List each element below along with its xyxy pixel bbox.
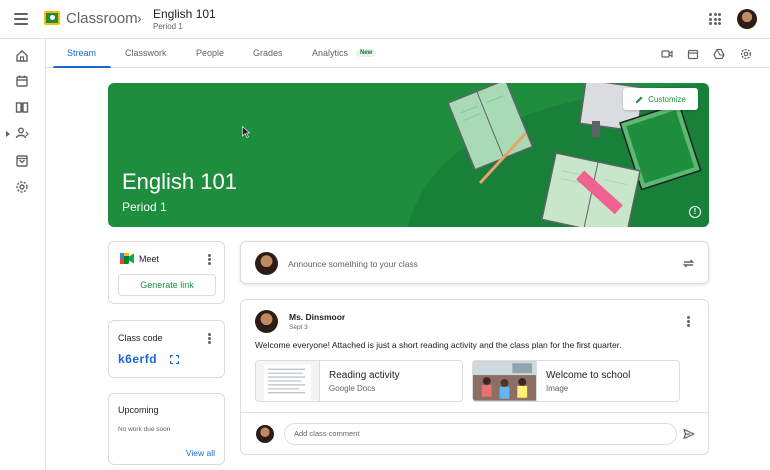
book-icon[interactable] xyxy=(15,100,29,114)
announce-placeholder[interactable]: Announce something to your class xyxy=(288,259,418,269)
reuse-post-icon[interactable] xyxy=(682,257,695,270)
attachment-type: Image xyxy=(546,384,569,393)
post-body: Welcome everyone! Attached is just a sho… xyxy=(255,340,622,350)
class-code-card: Class code k6erfd xyxy=(108,320,225,378)
upcoming-card: Upcoming No work due soon View all xyxy=(108,393,225,465)
commenter-avatar xyxy=(256,425,274,443)
attachment-title: Welcome to school xyxy=(546,370,631,381)
customize-button[interactable]: Customize xyxy=(623,88,698,110)
banner-class-title: English 101 xyxy=(122,169,237,194)
class-code-more-icon[interactable] xyxy=(208,333,211,344)
announce-box[interactable]: Announce something to your class xyxy=(240,241,709,284)
tab-analytics[interactable]: Analytics xyxy=(312,48,348,58)
info-icon[interactable]: ! xyxy=(689,206,701,218)
expand-caret-icon[interactable] xyxy=(6,131,10,137)
meet-card: Meet Generate link xyxy=(108,241,225,304)
image-thumbnail xyxy=(473,361,537,401)
pencil-icon xyxy=(636,96,643,103)
tab-grades[interactable]: Grades xyxy=(253,48,283,58)
classroom-logo-icon[interactable] xyxy=(44,11,60,25)
post-author-avatar xyxy=(255,310,278,333)
breadcrumb-separator: › xyxy=(137,10,142,26)
main-menu-icon[interactable] xyxy=(14,13,28,25)
comment-divider xyxy=(241,412,708,413)
google-apps-icon[interactable] xyxy=(709,13,721,25)
settings-icon[interactable] xyxy=(15,180,29,194)
class-banner: English 101 Period 1 Customize ! xyxy=(108,83,709,227)
upcoming-empty-text: No work due soon xyxy=(118,426,171,433)
doc-thumbnail xyxy=(256,361,320,401)
calendar-tab-icon[interactable] xyxy=(687,48,699,60)
banner-illustration xyxy=(408,83,709,227)
meet-more-icon[interactable] xyxy=(208,254,211,265)
enrolled-people-icon[interactable] xyxy=(15,126,29,140)
tab-people[interactable]: People xyxy=(196,48,224,58)
app-name[interactable]: Classroom xyxy=(66,10,138,27)
tab-classwork[interactable]: Classwork xyxy=(125,48,167,58)
attachment-title: Reading activity xyxy=(329,370,400,381)
calendar-icon[interactable] xyxy=(15,74,29,88)
post-date: Sept 3 xyxy=(289,324,308,331)
post-author: Ms. Dinsmoor xyxy=(289,312,346,322)
fullscreen-icon[interactable] xyxy=(170,355,179,364)
attachment-reading-activity[interactable]: Reading activity Google Docs xyxy=(255,360,463,402)
class-code-value: k6erfd xyxy=(118,352,158,366)
post-more-icon[interactable] xyxy=(687,316,690,327)
google-drive-icon[interactable] xyxy=(713,48,725,60)
customize-button-label: Customize xyxy=(648,94,686,104)
upcoming-title: Upcoming xyxy=(118,405,159,415)
top-bar: Classroom › English 101 Period 1 xyxy=(0,0,770,39)
view-all-link[interactable]: View all xyxy=(186,448,215,458)
active-tab-indicator xyxy=(53,66,111,68)
attachment-type: Google Docs xyxy=(329,384,376,393)
send-icon[interactable] xyxy=(683,428,695,440)
google-meet-icon xyxy=(120,253,134,264)
generate-link-button[interactable]: Generate link xyxy=(118,274,216,296)
stream-post: Ms. Dinsmoor Sept 3 Welcome everyone! At… xyxy=(240,299,709,455)
sidebar xyxy=(0,39,46,470)
class-settings-icon[interactable] xyxy=(740,48,752,60)
mouse-cursor-icon xyxy=(242,126,250,138)
class-tabs: Stream Classwork People Grades Analytics… xyxy=(46,39,770,68)
video-call-icon[interactable] xyxy=(661,48,673,60)
class-comment-input[interactable]: Add class comment xyxy=(284,423,677,445)
breadcrumb-class-section: Period 1 xyxy=(153,22,183,31)
archive-icon[interactable] xyxy=(15,154,29,168)
banner-class-section: Period 1 xyxy=(122,200,167,214)
home-icon[interactable] xyxy=(15,49,29,63)
breadcrumb-class-name[interactable]: English 101 xyxy=(153,7,216,21)
analytics-new-badge: New xyxy=(356,49,377,57)
class-code-title: Class code xyxy=(118,333,163,343)
announce-avatar xyxy=(255,252,278,275)
tab-stream[interactable]: Stream xyxy=(67,48,96,58)
meet-title: Meet xyxy=(139,254,160,264)
attachment-welcome-image[interactable]: Welcome to school Image xyxy=(472,360,680,402)
account-avatar[interactable] xyxy=(737,9,757,29)
